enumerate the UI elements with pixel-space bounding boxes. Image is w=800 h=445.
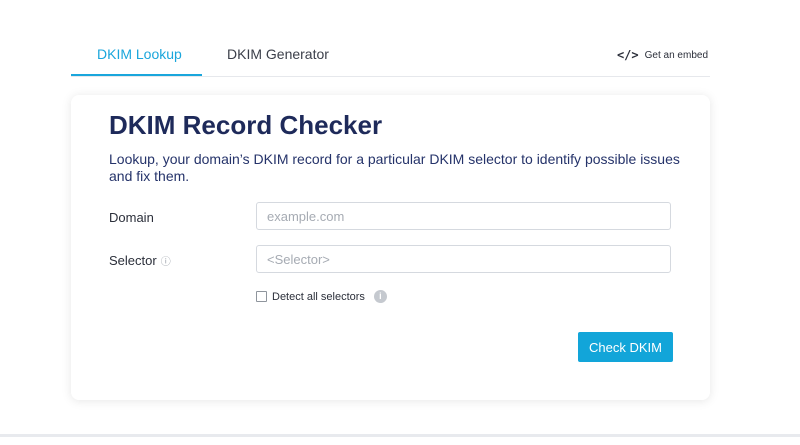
check-dkim-button[interactable]: Check DKIM (578, 332, 673, 362)
get-embed-label: Get an embed (644, 49, 708, 61)
page-divider (0, 434, 800, 437)
domain-label: Domain (109, 210, 154, 225)
active-tab-indicator (71, 74, 202, 76)
tab-dkim-generator[interactable]: DKIM Generator (227, 46, 329, 62)
detect-all-selectors-checkbox[interactable] (256, 291, 267, 302)
code-icon: </> (616, 48, 639, 62)
domain-input[interactable] (256, 202, 671, 230)
detect-all-selectors-label[interactable]: Detect all selectors (272, 291, 365, 303)
page-title: DKIM Record Checker (109, 110, 383, 140)
get-embed-link[interactable]: </> Get an embed (617, 48, 708, 62)
tab-bar: DKIM Lookup DKIM Generator </> Get an em… (71, 36, 710, 77)
selector-input[interactable] (256, 245, 671, 273)
selector-label: Selector (109, 253, 157, 268)
tab-dkim-lookup[interactable]: DKIM Lookup (97, 46, 182, 62)
info-icon[interactable]: i (373, 290, 387, 303)
info-icon[interactable]: ⓘ (161, 257, 171, 268)
detect-all-selectors-option: Detect all selectors i (256, 290, 387, 303)
selector-label-wrap: Selector ⓘ (109, 253, 171, 268)
page-description: Lookup, your domain’s DKIM record for a … (109, 151, 680, 184)
dkim-checker-card: DKIM Record Checker Lookup, your domain’… (71, 95, 710, 400)
